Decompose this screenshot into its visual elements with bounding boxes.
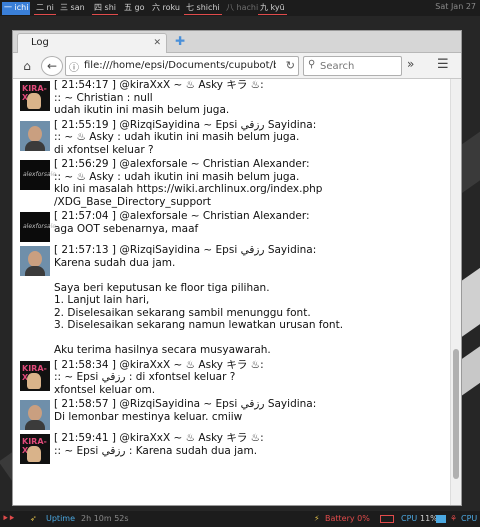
back-button[interactable]: ← <box>41 56 63 76</box>
message-text: di xfontsel keluar ? <box>54 143 154 156</box>
flame-icon: ⚘ <box>450 514 458 523</box>
overflow-chevron-icon[interactable]: » <box>407 57 414 71</box>
avatar: KIRA-X <box>20 81 50 111</box>
chat-message: [ 21:55:19 ] @RizqiSayidina ~ Epsi رزقي … <box>20 119 449 157</box>
message-text: xfontsel keluar om. <box>54 383 156 396</box>
cpu-label: CPU <box>401 514 418 523</box>
avatar: alexforsale <box>20 212 56 242</box>
message-text: 3. Diselesaikan sekarang namun lewatkan … <box>54 319 344 331</box>
scrollbar[interactable] <box>450 79 461 505</box>
avatar: alexforsale <box>20 160 56 190</box>
message-header: [ 21:58:34 ] @kiraXxX ~ ♨ Asky キラ ♨: <box>54 358 264 371</box>
info-icon[interactable]: ⓘ <box>69 59 79 74</box>
message-text: :: ~ Epsi رزقي : Karena sudah dua jam. <box>54 444 258 457</box>
workspace-shichi[interactable]: 七 shichi <box>184 2 222 15</box>
navigation-toolbar: ⌂ ← ⓘ file:///home/epsi/Documents/cupubo… <box>13 53 461 79</box>
message-header: [ 21:57:04 ] @alexforsale ~ Christian Al… <box>54 210 310 222</box>
chat-log: KIRA-X [ 21:54:17 ] @kiraXxX ~ ♨ Asky キラ … <box>13 79 449 505</box>
chat-message: alexforsale[ 21:56:29 ] @alexforsale ~ C… <box>20 158 449 208</box>
uptime-value: 2h 10m 52s <box>81 514 129 523</box>
message-text: udah ikutin ini masih belum juga. <box>54 104 230 116</box>
avatar-logo-text: alexforsale <box>23 223 56 230</box>
uptime-label: Uptime <box>46 514 76 523</box>
chat-message: [ 21:57:13 ] @RizqiSayidina ~ Epsi رزقي … <box>20 244 449 357</box>
battery-icon <box>380 515 394 523</box>
avatar <box>20 120 50 151</box>
avatar: KIRA-X <box>20 434 50 464</box>
message-header: [ 21:55:19 ] @RizqiSayidina ~ Epsi رزقي … <box>54 118 317 131</box>
scrollbar-thumb[interactable] <box>453 349 459 479</box>
battery-label: Battery 0% <box>325 514 370 523</box>
message-header: [ 21:56:29 ] @alexforsale ~ Christian Al… <box>54 158 310 170</box>
workspace-bar: 一 ichi 二 ni 三 san 四 shi 五 go 六 roku 七 sh… <box>0 0 480 16</box>
clock: Sat Jan 27 <box>435 2 476 11</box>
workspace-shi[interactable]: 四 shi <box>92 2 119 15</box>
message-text: :: ~ Epsi رزقي : di xfontsel keluar ? <box>54 371 236 383</box>
browser-window: Log ✕ ✚ ⌂ ← ⓘ file:///home/epsi/Document… <box>12 30 462 506</box>
chat-message: [ 21:58:57 ] @RizqiSayidina ~ Epsi رزقي … <box>20 398 449 430</box>
message-header: [ 21:54:17 ] @kiraXxX ~ ♨ Asky キラ ♨: <box>54 79 264 91</box>
avatar-logo-text: alexforsale <box>23 171 56 178</box>
chat-message: KIRA-X [ 21:58:34 ] @kiraXxX ~ ♨ Asky キラ … <box>20 359 449 397</box>
bolt-icon: ⚡ <box>314 514 320 523</box>
uptime-icon: ➶ <box>30 514 37 523</box>
workspace-ichi[interactable]: 一 ichi <box>2 2 31 15</box>
chat-message: KIRA-X [ 21:59:41 ] @kiraXxX ~ ♨ Asky キラ … <box>20 432 449 464</box>
search-input[interactable] <box>320 59 398 73</box>
message-text: Saya beri keputusan ke floor tiga piliha… <box>54 281 270 294</box>
workspace-go[interactable]: 五 go <box>122 2 147 15</box>
message-text: klo ini masalah https://wiki.archlinux.o… <box>54 183 323 195</box>
search-icon: ⚲ <box>308 59 316 70</box>
message-text: Di lemonbar mestinya keluar. cmiiw <box>54 410 243 423</box>
status-bar: ⯈⯈ ➶ Uptime 2h 10m 52s ⚡ Battery 0% CPU … <box>0 511 480 527</box>
search-box[interactable]: ⚲ <box>303 56 402 76</box>
message-text: 2. Diselesaikan sekarang sambil menunggu… <box>54 306 311 319</box>
arrows-icon: ⯈⯈ <box>2 514 15 523</box>
message-text: 1. Lanjut lain hari, <box>54 294 150 306</box>
home-icon[interactable]: ⌂ <box>18 57 36 75</box>
message-text: :: ~ ♨ Asky : udah ikutin ini masih belu… <box>54 170 300 183</box>
chat-message: alexforsale[ 21:57:04 ] @alexforsale ~ C… <box>20 210 449 242</box>
tab-bar: Log ✕ ✚ <box>13 31 461 53</box>
workspace-san[interactable]: 三 san <box>58 2 87 15</box>
chat-message: KIRA-X [ 21:54:17 ] @kiraXxX ~ ♨ Asky キラ … <box>20 79 449 117</box>
reload-icon[interactable]: ↻ <box>286 59 295 72</box>
cpu-label-2: CPU <box>461 514 478 523</box>
workspace-roku[interactable]: 六 roku <box>150 2 182 15</box>
message-text: aga OOT sebenarnya, maaf <box>54 222 199 235</box>
message-text: Karena sudah dua jam. <box>54 256 176 269</box>
hamburger-menu-icon[interactable]: ☰ <box>437 57 449 72</box>
message-header: [ 21:57:13 ] @RizqiSayidina ~ Epsi رزقي … <box>54 244 317 256</box>
cpu-bar-icon <box>436 515 446 523</box>
tab-log[interactable]: Log ✕ <box>17 33 167 53</box>
message-header: [ 21:59:41 ] @kiraXxX ~ ♨ Asky キラ ♨: <box>54 432 264 444</box>
new-tab-icon[interactable]: ✚ <box>175 34 185 48</box>
workspace-hachi[interactable]: 八 hachi <box>224 2 260 15</box>
tab-title: Log <box>31 37 49 48</box>
workspace-kyu[interactable]: 九 kyū <box>258 2 287 15</box>
message-text: :: ~ Christian : null <box>54 91 153 104</box>
message-text: :: ~ ♨ Asky : udah ikutin ini masih belu… <box>54 131 300 143</box>
workspace-ni[interactable]: 二 ni <box>34 2 56 15</box>
message-text: /XDG_Base_Directory_support <box>54 195 211 208</box>
message-text: Aku terima hasilnya secara musyawarah. <box>54 344 271 356</box>
close-tab-icon[interactable]: ✕ <box>153 34 161 52</box>
message-header: [ 21:58:57 ] @RizqiSayidina ~ Epsi رزقي … <box>54 398 317 410</box>
avatar <box>20 246 50 276</box>
url-bar[interactable]: ⓘ file:///home/epsi/Documents/cupubot/b … <box>65 56 299 76</box>
avatar <box>20 400 50 430</box>
avatar: KIRA-X <box>20 360 50 391</box>
url-text[interactable]: file:///home/epsi/Documents/cupubot/b <box>84 60 276 71</box>
